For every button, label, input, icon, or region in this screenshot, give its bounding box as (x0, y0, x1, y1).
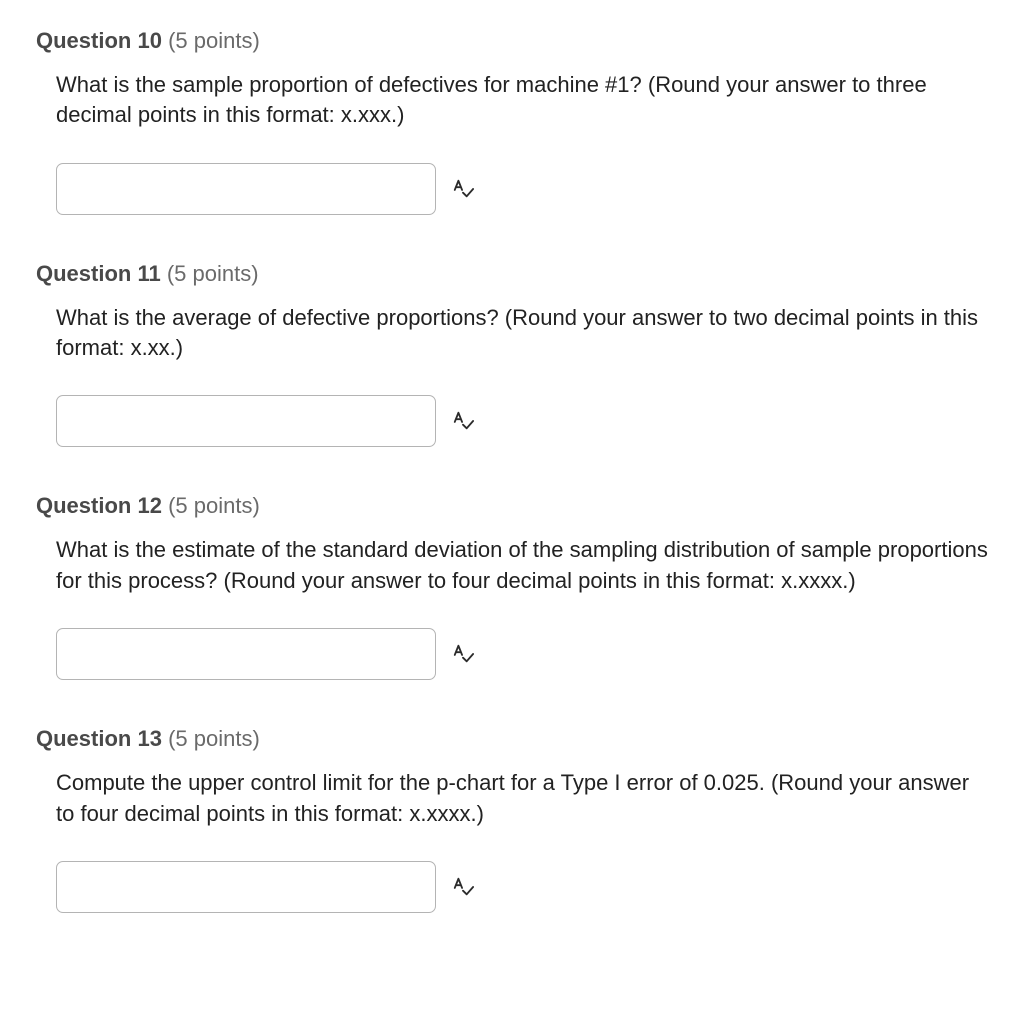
question-prefix: Question (36, 28, 131, 53)
question-points: (5 points) (167, 261, 259, 286)
question-text: Compute the upper control limit for the … (56, 768, 988, 829)
question-label: Question 11 (36, 261, 167, 286)
question-header: Question 13 (5 points) (36, 726, 988, 752)
spellcheck-icon[interactable] (450, 408, 476, 434)
answer-input[interactable] (56, 861, 436, 913)
question-prefix: Question (36, 261, 131, 286)
question-number: 10 (137, 28, 161, 53)
question-number: 11 (137, 261, 160, 286)
spellcheck-icon[interactable] (450, 874, 476, 900)
answer-row (56, 628, 988, 680)
question-number: 12 (137, 493, 161, 518)
question-text: What is the average of defective proport… (56, 303, 988, 364)
answer-row (56, 861, 988, 913)
question-prefix: Question (36, 493, 131, 518)
question-label: Question 10 (36, 28, 168, 53)
question-label: Question 12 (36, 493, 168, 518)
question-block-10: Question 10 (5 points) What is the sampl… (36, 28, 988, 215)
question-label: Question 13 (36, 726, 168, 751)
question-prefix: Question (36, 726, 131, 751)
question-block-11: Question 11 (5 points) What is the avera… (36, 261, 988, 448)
answer-row (56, 163, 988, 215)
question-number: 13 (137, 726, 161, 751)
question-points: (5 points) (168, 493, 260, 518)
answer-input[interactable] (56, 628, 436, 680)
answer-row (56, 395, 988, 447)
question-block-12: Question 12 (5 points) What is the estim… (36, 493, 988, 680)
answer-input[interactable] (56, 163, 436, 215)
spellcheck-icon[interactable] (450, 641, 476, 667)
question-header: Question 10 (5 points) (36, 28, 988, 54)
question-points: (5 points) (168, 28, 260, 53)
question-header: Question 12 (5 points) (36, 493, 988, 519)
spellcheck-icon[interactable] (450, 176, 476, 202)
answer-input[interactable] (56, 395, 436, 447)
question-points: (5 points) (168, 726, 260, 751)
question-block-13: Question 13 (5 points) Compute the upper… (36, 726, 988, 913)
question-text: What is the sample proportion of defecti… (56, 70, 988, 131)
question-text: What is the estimate of the standard dev… (56, 535, 988, 596)
question-header: Question 11 (5 points) (36, 261, 988, 287)
